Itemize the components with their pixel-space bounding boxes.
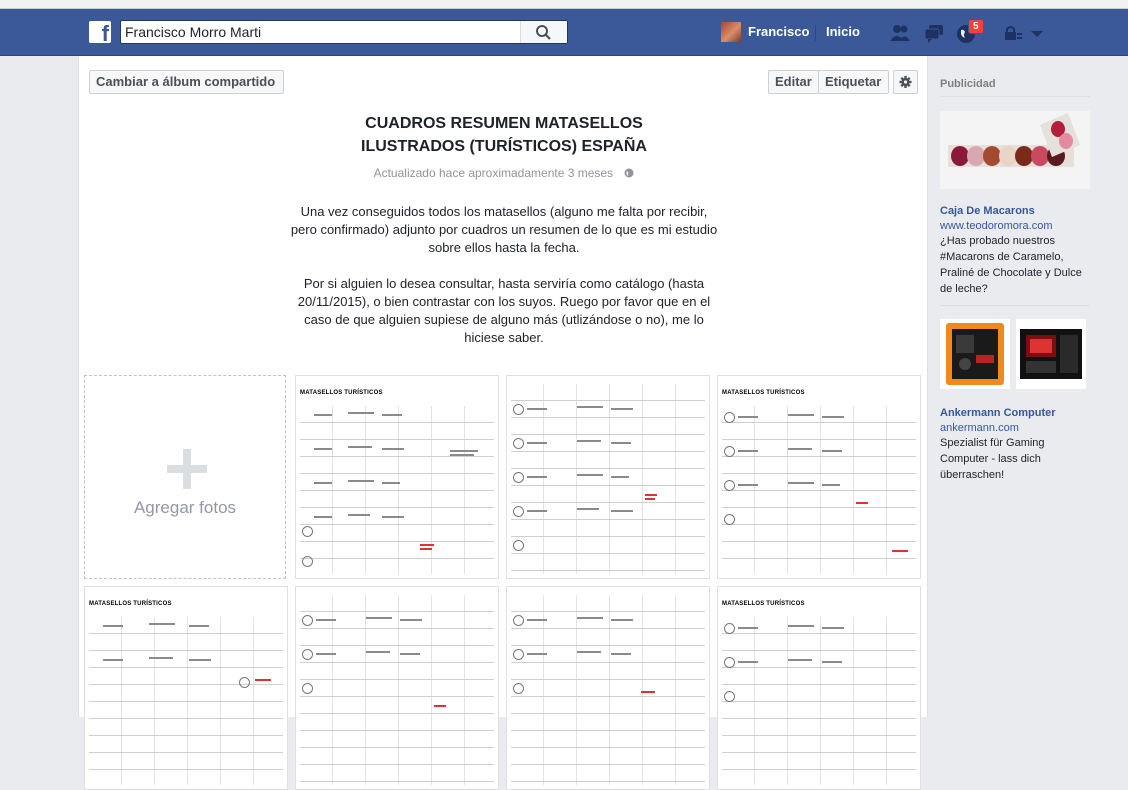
privacy-lock-icon[interactable] [1002,22,1024,44]
ad-image-macarons[interactable] [940,111,1090,189]
album-title: CUADROS RESUMEN MATASELLOS ILUSTRADOS (T… [329,112,679,158]
ad2-url[interactable]: ankermann.com [940,422,1019,434]
search-box [120,20,568,44]
photo-sheet-title: MATASELLOS TURÍSTICOS [722,390,805,396]
search-icon [536,25,551,40]
photo-table-rows [722,617,916,785]
facebook-logo[interactable]: f [89,21,111,43]
profile-name: Francisco [748,24,810,39]
gaming-pc-red-image [1016,319,1086,389]
settings-button[interactable] [893,70,918,94]
ad1-text: ¿Has probado nuestros #Macarons de Caram… [940,235,1082,295]
avatar [721,22,741,42]
photo-content [300,591,494,785]
photo-table-rows [89,617,283,785]
album-title-line-1: CUADROS RESUMEN MATASELLOS [365,115,643,132]
plus-icon-bar [167,465,207,473]
ad1-title[interactable]: Caja De Macarons [940,205,1035,217]
album-photo[interactable] [295,586,499,790]
ads-heading: Publicidad [940,78,1090,97]
add-photos-label: Agregar fotos [133,498,237,517]
photo-table-rows [511,384,705,574]
ad1-url[interactable]: www.teodoromora.com [940,220,1053,232]
updated-text[interactable]: Actualizado hace aproximadamente 3 meses [374,166,613,180]
add-photos-button[interactable]: Agregar fotos [84,375,286,579]
right-sidebar-ads: Publicidad Caja De Macarons www.teodorom… [940,78,1090,481]
photo-content [511,591,705,785]
gear-icon [899,76,912,88]
browser-chrome-strip [0,0,1128,9]
album-photo[interactable]: MATASELLOS TURÍSTICOS [295,375,499,579]
album-content: Cambiar a álbum compartido Editar Etique… [78,56,928,790]
top-navigation-bar: f Francisco Inicio 5 [0,9,1128,56]
photo-table-rows [300,406,494,574]
ad-image-computer-1[interactable] [940,319,1010,389]
account-menu-chevron-icon[interactable] [1026,22,1048,44]
ad2-title[interactable]: Ankermann Computer [940,407,1056,419]
photo-content: MATASELLOS TURÍSTICOS [722,380,916,574]
photo-sheet-title: MATASELLOS TURÍSTICOS [722,601,805,607]
photo-sheet-title: MATASELLOS TURÍSTICOS [89,601,172,607]
album-updated-info: Actualizado hace aproximadamente 3 meses [329,166,679,180]
nav-divider [815,25,816,41]
description-paragraph-1: Una vez conseguidos todos los matasellos… [290,204,718,255]
friend-requests-icon[interactable] [889,22,911,44]
album-photo[interactable] [506,586,710,790]
search-button[interactable] [520,21,567,43]
photo-sheet-title: MATASELLOS TURÍSTICOS [300,390,383,396]
photo-table-rows [511,595,705,785]
macarons-box-image [940,111,1090,189]
ad-image-computer-2[interactable] [1016,319,1086,389]
description-paragraph-2: Por si alguien lo desea consultar, hasta… [297,276,711,345]
photo-table-rows [722,406,916,574]
photo-content: MATASELLOS TURÍSTICOS [722,591,916,785]
album-photo[interactable] [506,375,710,579]
tag-button[interactable]: Etiquetar [818,70,889,94]
public-globe-icon[interactable] [624,168,634,178]
gaming-pc-orange-image [940,319,1010,389]
photo-table-rows [300,595,494,785]
album-photo[interactable]: MATASELLOS TURÍSTICOS [717,375,921,579]
photo-content [511,380,705,574]
album-photo[interactable]: MATASELLOS TURÍSTICOS [84,586,288,790]
search-input[interactable] [125,23,515,41]
album-title-line-2: ILUSTRADOS (TURÍSTICOS) ESPAÑA [361,138,647,155]
ads-divider [940,305,1090,306]
ad2-text: Spezialist für Gaming Computer - lass di… [940,437,1045,481]
photo-content: MATASELLOS TURÍSTICOS [300,380,494,574]
album-description: Una vez conseguidos todos los matasellos… [289,203,719,365]
home-link[interactable]: Inicio [826,24,860,39]
notifications-badge: 5 [968,19,984,34]
photo-content: MATASELLOS TURÍSTICOS [89,591,283,785]
messages-icon[interactable] [923,22,945,44]
edit-button[interactable]: Editar [768,70,819,94]
album-photo[interactable]: MATASELLOS TURÍSTICOS [717,586,921,790]
change-to-shared-album-button[interactable]: Cambiar a álbum compartido [89,70,284,94]
